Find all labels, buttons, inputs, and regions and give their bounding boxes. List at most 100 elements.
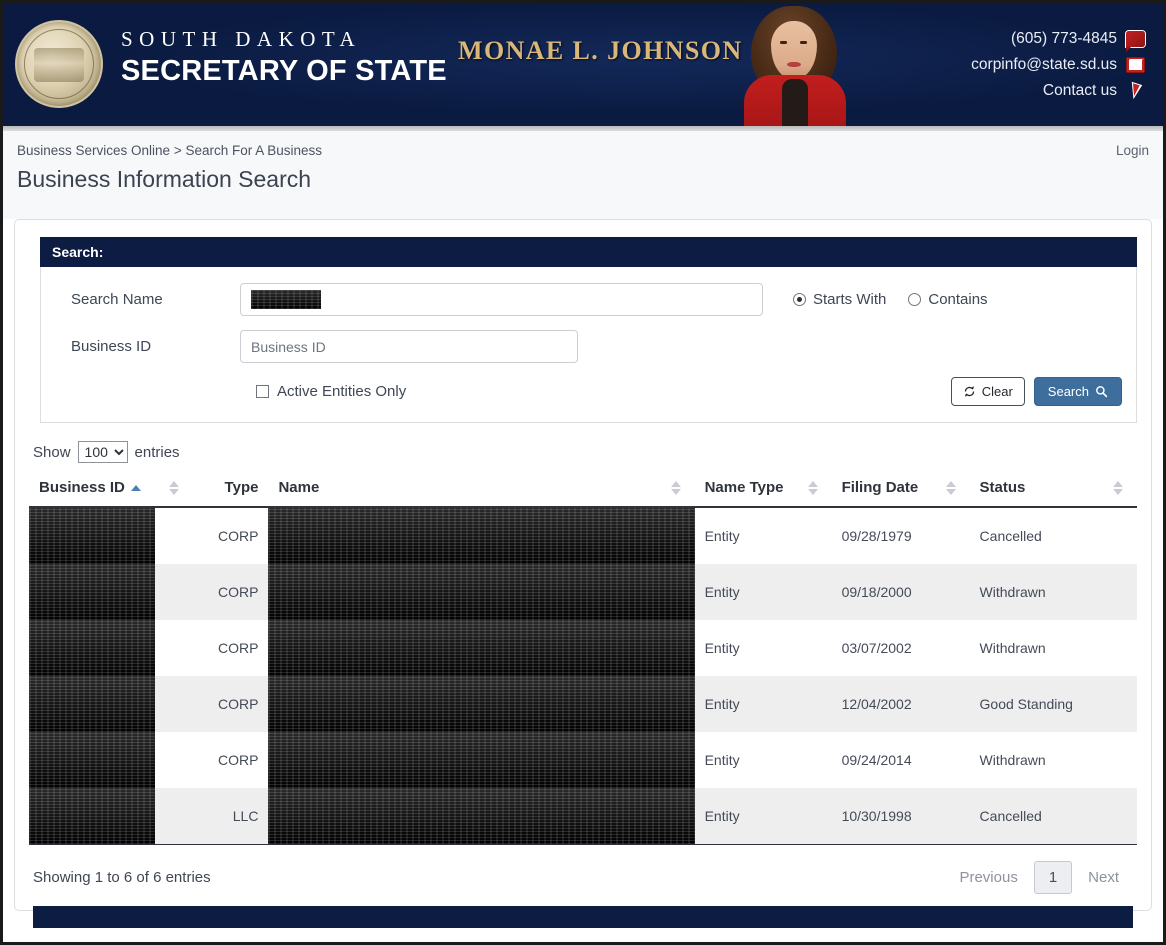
cell-filing-date: 09/18/2000 xyxy=(832,564,970,620)
main-content-card: Search: Search Name Starts With Contains xyxy=(14,219,1152,911)
magnifier-icon xyxy=(1095,385,1108,398)
redacted-search-value xyxy=(251,290,321,309)
cell-business-id xyxy=(29,620,155,676)
radio-starts-with[interactable]: Starts With xyxy=(793,291,886,308)
redacted-value xyxy=(29,676,155,732)
redacted-value xyxy=(268,788,694,844)
envelope-icon xyxy=(1126,57,1145,73)
sort-arrows-status xyxy=(1113,481,1123,495)
breadcrumb[interactable]: Business Services Online > Search For A … xyxy=(17,143,322,158)
cell-status: Cancelled xyxy=(970,507,1137,564)
options-row: Active Entities Only Clear Search xyxy=(55,377,1122,406)
table-row[interactable]: CORP Entity09/18/2000Withdrawn xyxy=(29,564,1137,620)
cell-type: CORP xyxy=(155,732,269,788)
business-id-input[interactable]: Business ID xyxy=(240,330,578,363)
contact-phone[interactable]: (605) 773-4845 xyxy=(971,26,1145,52)
radio-contains-label: Contains xyxy=(928,291,987,308)
cell-business-id xyxy=(29,507,155,564)
pagination-next[interactable]: Next xyxy=(1074,862,1133,893)
official-name: MONAE L. JOHNSON xyxy=(458,36,743,66)
redacted-value xyxy=(268,732,694,788)
search-panel: Search Name Starts With Contains Bus xyxy=(40,267,1137,423)
breadcrumb-bar: Business Services Online > Search For A … xyxy=(3,131,1163,158)
login-link[interactable]: Login xyxy=(1116,143,1149,158)
results-table: Business ID Type xyxy=(29,471,1137,845)
redacted-value xyxy=(29,732,155,788)
pagination-previous[interactable]: Previous xyxy=(945,862,1031,893)
cell-type: CORP xyxy=(155,564,269,620)
table-row[interactable]: CORPEntity09/24/2014Withdrawn xyxy=(29,732,1137,788)
cell-filing-date: 09/24/2014 xyxy=(832,732,970,788)
refresh-icon xyxy=(963,385,976,398)
col-header-name-type-label: Name Type xyxy=(705,479,784,496)
cell-business-id xyxy=(29,788,155,845)
clear-button-label: Clear xyxy=(982,384,1013,399)
radio-starts-with-icon xyxy=(793,293,806,306)
table-row[interactable]: CORPEntity09/28/1979Cancelled xyxy=(29,507,1137,564)
cell-name xyxy=(268,564,694,620)
cell-status: Cancelled xyxy=(970,788,1137,845)
active-entities-only-checkbox[interactable]: Active Entities Only xyxy=(240,383,406,400)
official-portrait xyxy=(738,3,848,126)
table-row[interactable]: CORPEntity12/04/2002Good Standing xyxy=(29,676,1137,732)
table-row[interactable]: LLCEntity10/30/1998Cancelled xyxy=(29,788,1137,845)
browser-page: SOUTH DAKOTA SECRETARY OF STATE MONAE L.… xyxy=(0,0,1166,945)
clear-button[interactable]: Clear xyxy=(951,377,1025,406)
site-masthead: SOUTH DAKOTA SECRETARY OF STATE MONAE L.… xyxy=(3,3,1163,126)
col-header-status[interactable]: Status xyxy=(970,471,1137,507)
col-header-name-label: Name xyxy=(278,479,319,496)
business-id-label: Business ID xyxy=(55,338,240,355)
match-mode-group: Starts With Contains xyxy=(793,291,988,308)
page-title: Business Information Search xyxy=(3,158,1163,219)
pagination-page-1[interactable]: 1 xyxy=(1034,861,1072,894)
form-actions: Clear Search xyxy=(951,377,1122,406)
search-button[interactable]: Search xyxy=(1034,377,1122,406)
search-panel-title: Search: xyxy=(40,237,1137,267)
show-prefix-label: Show xyxy=(33,444,71,461)
cursor-icon xyxy=(1126,83,1145,99)
footer-bar xyxy=(33,906,1133,928)
contact-email[interactable]: corpinfo@state.sd.us xyxy=(971,52,1145,78)
col-header-name[interactable]: Name xyxy=(268,471,694,507)
radio-contains[interactable]: Contains xyxy=(908,291,987,308)
cell-status: Withdrawn xyxy=(970,620,1137,676)
pagination: Previous 1 Next xyxy=(945,861,1133,894)
redacted-value xyxy=(268,564,694,620)
state-seal-icon xyxy=(15,20,103,108)
redacted-value xyxy=(29,620,155,676)
redacted-value xyxy=(268,676,694,732)
showing-entries-label: Showing 1 to 6 of 6 entries xyxy=(33,869,211,886)
col-header-filing-date[interactable]: Filing Date xyxy=(832,471,970,507)
table-row[interactable]: CORPEntity03/07/2002Withdrawn xyxy=(29,620,1137,676)
checkbox-icon xyxy=(256,385,269,398)
search-button-label: Search xyxy=(1048,384,1089,399)
col-header-type[interactable]: Type xyxy=(155,471,269,507)
cell-name-type: Entity xyxy=(695,788,832,845)
cell-name xyxy=(268,732,694,788)
redacted-value xyxy=(268,620,694,676)
radio-contains-icon xyxy=(908,293,921,306)
contact-block: (605) 773-4845 corpinfo@state.sd.us Cont… xyxy=(971,26,1145,104)
header-row: Business ID Type xyxy=(29,471,1137,507)
cell-name-type: Entity xyxy=(695,732,832,788)
col-header-status-label: Status xyxy=(980,479,1026,496)
search-name-input[interactable] xyxy=(240,283,763,316)
sort-arrows-business-id xyxy=(131,485,141,491)
col-header-business-id[interactable]: Business ID xyxy=(29,471,155,507)
sort-arrows-type xyxy=(169,481,179,495)
page-length-select[interactable]: 100 xyxy=(78,441,128,463)
cell-name-type: Entity xyxy=(695,507,832,564)
phone-icon xyxy=(1126,31,1145,47)
cell-name-type: Entity xyxy=(695,564,832,620)
cell-status: Withdrawn xyxy=(970,564,1137,620)
cell-name xyxy=(268,507,694,564)
agency-line1: SOUTH DAKOTA xyxy=(121,27,447,52)
col-header-name-type[interactable]: Name Type xyxy=(695,471,832,507)
cell-filing-date: 12/04/2002 xyxy=(832,676,970,732)
cell-name-type: Entity xyxy=(695,620,832,676)
contact-us-link[interactable]: Contact us xyxy=(971,78,1145,104)
cell-name-type: Entity xyxy=(695,676,832,732)
cell-name xyxy=(268,676,694,732)
contact-email-text: corpinfo@state.sd.us xyxy=(971,52,1117,78)
cell-type: CORP xyxy=(155,620,269,676)
